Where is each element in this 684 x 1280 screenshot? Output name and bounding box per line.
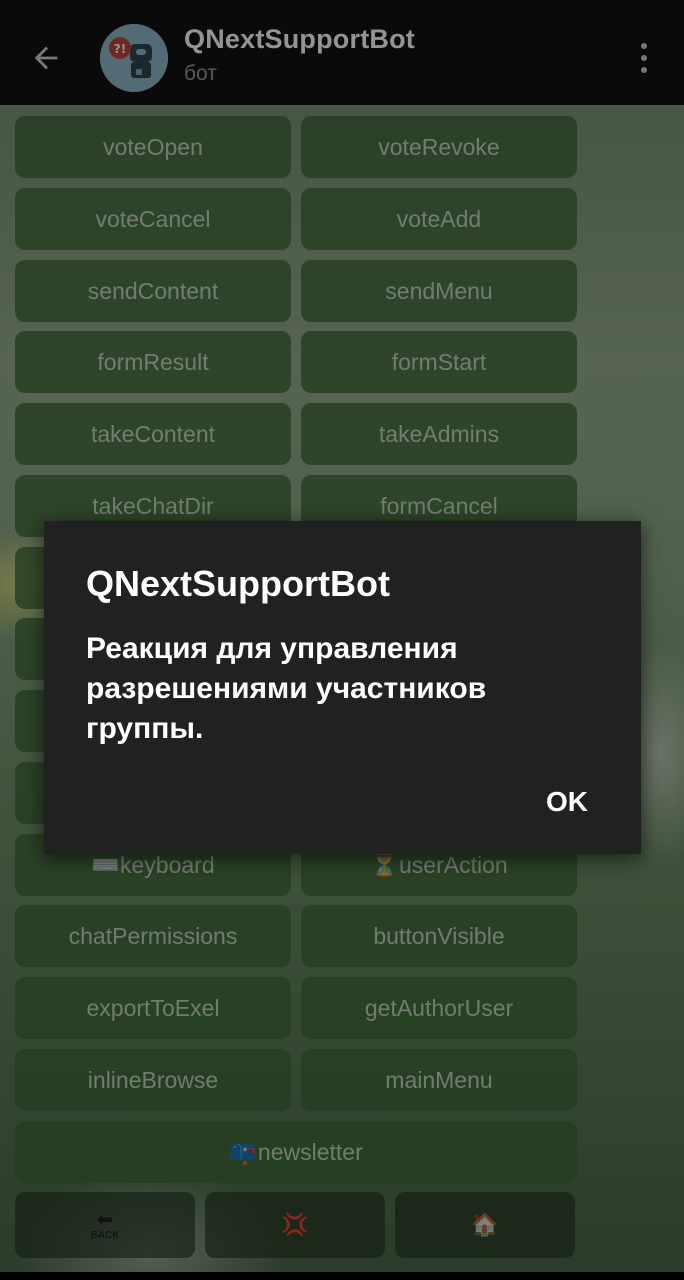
dialog-message: Реакция для управления разрешениями учас…: [86, 632, 487, 745]
system-nav-bar: [0, 1272, 684, 1280]
ok-button[interactable]: OK: [532, 777, 602, 827]
dialog-title: QNextSupportBot: [86, 563, 390, 604]
alert-dialog: QNextSupportBot Реакция для управления р…: [44, 521, 641, 854]
